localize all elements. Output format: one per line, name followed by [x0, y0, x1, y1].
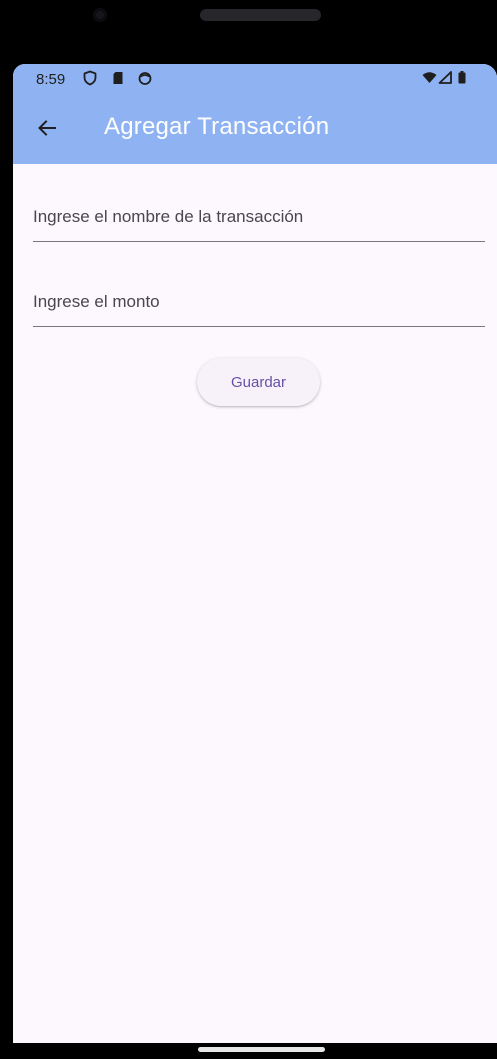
save-button[interactable]: Guardar — [197, 358, 320, 406]
front-camera — [93, 8, 107, 22]
sd-card-icon — [110, 70, 126, 86]
status-time: 8:59 — [36, 71, 66, 88]
shield-icon — [82, 70, 98, 86]
earpiece-speaker — [200, 9, 321, 21]
back-button[interactable] — [33, 114, 61, 142]
transaction-name-field[interactable] — [33, 197, 485, 242]
arrow-back-icon — [38, 120, 56, 136]
app-bar: 8:59 Agregar Transacción — [13, 64, 497, 164]
battery-icon — [457, 70, 467, 86]
transaction-name-input[interactable] — [33, 197, 485, 237]
app-screen: 8:59 Agregar Transacción Ingrese el nomb… — [13, 64, 497, 1043]
amount-input[interactable] — [33, 282, 485, 322]
wifi-icon — [422, 70, 437, 86]
phone-device: 8:59 Agregar Transacción Ingrese el nomb… — [0, 0, 497, 1059]
home-indicator[interactable] — [198, 1047, 325, 1052]
signal-icon — [438, 70, 452, 86]
status-bar: 8:59 — [13, 64, 497, 94]
amount-field[interactable] — [33, 282, 485, 327]
page-title: Agregar Transacción — [104, 113, 330, 140]
notification-circle-icon — [137, 70, 153, 86]
